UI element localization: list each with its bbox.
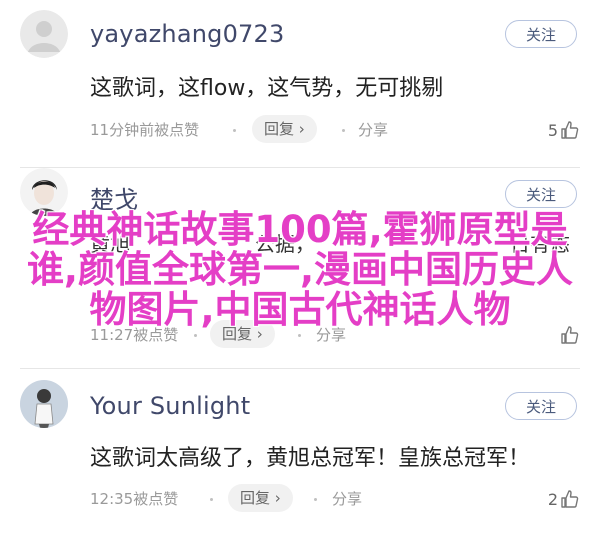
- reply-button[interactable]: 回复 ›: [228, 484, 293, 512]
- reply-button[interactable]: 回复 ›: [252, 115, 317, 143]
- chevron-right-icon: ›: [270, 489, 281, 507]
- like-count: 5: [547, 120, 558, 140]
- comment-item: Your Sunlight 关注 这歌词太高级了，黄旭总冠军！皇族总冠军！ 12…: [0, 370, 600, 534]
- comment-meta: 12:35被点赞 回复 › 分享 2: [90, 484, 580, 514]
- like-button[interactable]: 5: [548, 115, 580, 145]
- like-count: 2: [547, 489, 558, 509]
- avatar[interactable]: [20, 380, 68, 428]
- chevron-right-icon: ›: [294, 120, 305, 138]
- timestamp: 12:35被点赞: [90, 490, 179, 508]
- separator-dot: [194, 334, 197, 337]
- separator-dot: [298, 334, 301, 337]
- divider: [20, 368, 580, 369]
- like-button[interactable]: 2: [548, 484, 580, 514]
- comment-text: 这歌词太高级了，黄旭总冠军！皇族总冠军！: [90, 446, 531, 471]
- overlay-title: 经典神话故事100篇,霍狮原型是谁,颜值全球第一,漫画中国历史人物图片,中国古代…: [26, 208, 574, 331]
- comment-item: yayazhang0723 关注 这歌词，这flow，这气势，无可挑剔 11分钟…: [0, 0, 600, 168]
- reply-label: 回复: [240, 489, 271, 507]
- username[interactable]: yayazhang0723: [90, 20, 284, 48]
- separator-dot: [233, 129, 236, 132]
- share-button[interactable]: 分享: [358, 115, 388, 145]
- separator-dot: [342, 129, 345, 132]
- separator-dot: [210, 498, 213, 501]
- timestamp: 11分钟前被点赞: [90, 121, 200, 139]
- thumbs-up-icon: [561, 490, 579, 508]
- follow-button[interactable]: 关注: [505, 180, 577, 208]
- avatar[interactable]: [20, 10, 68, 58]
- follow-button[interactable]: 关注: [505, 392, 577, 420]
- thumbs-up-icon: [561, 121, 579, 139]
- comment-text: 这歌词，这flow，这气势，无可挑剔: [90, 76, 444, 101]
- follow-button[interactable]: 关注: [505, 20, 577, 48]
- reply-label: 回复: [264, 120, 295, 138]
- separator-dot: [314, 498, 317, 501]
- share-button[interactable]: 分享: [332, 484, 362, 514]
- comment-meta: 11分钟前被点赞 回复 › 分享 5: [90, 115, 580, 145]
- username[interactable]: Your Sunlight: [90, 392, 250, 420]
